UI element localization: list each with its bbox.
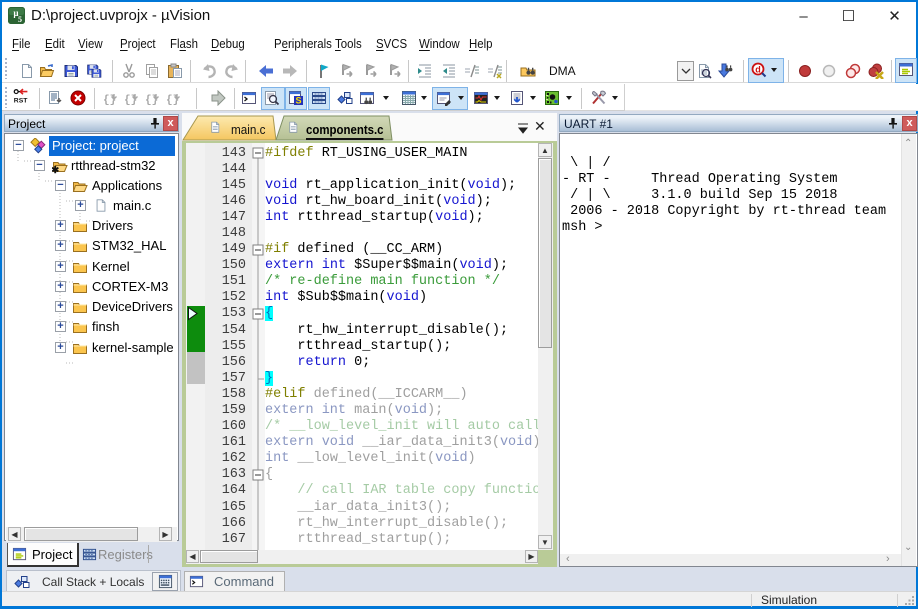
svg-text:5: 5 [18,15,22,24]
